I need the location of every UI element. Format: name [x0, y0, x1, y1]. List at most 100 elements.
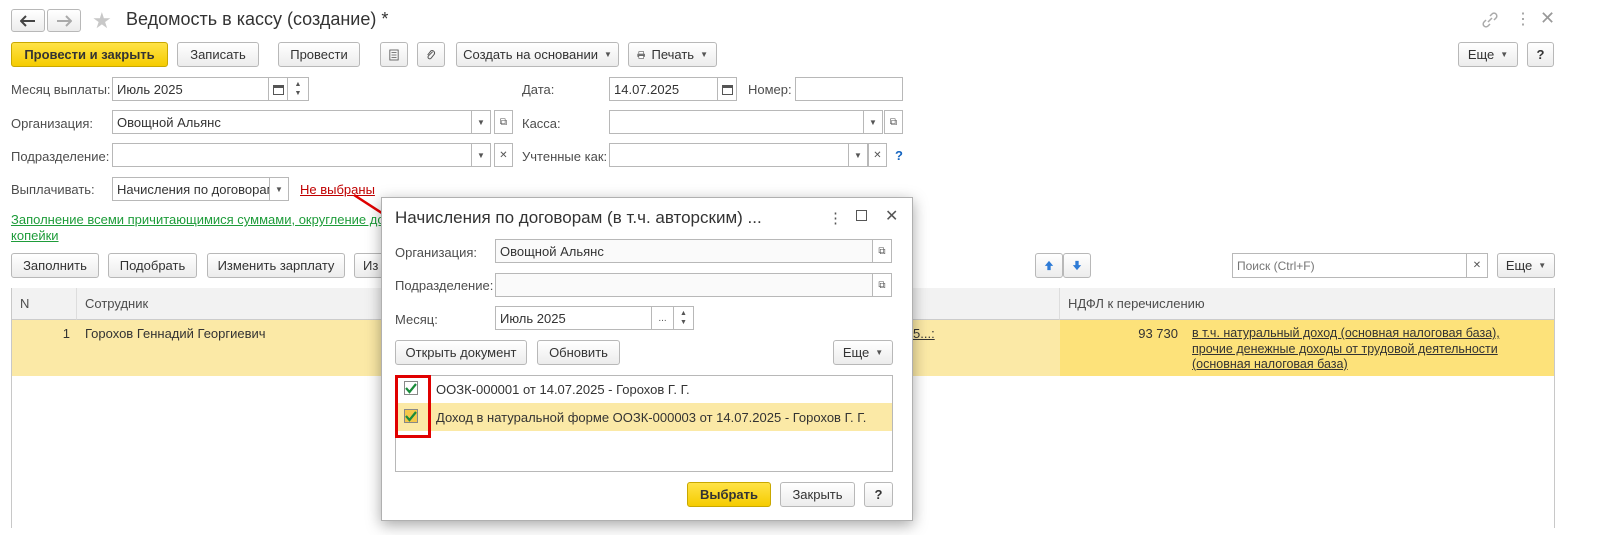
favorite-star-icon[interactable]: ★: [92, 8, 112, 34]
department-label: Подразделение:: [11, 149, 110, 164]
dialog-dept-label: Подразделение:: [395, 278, 494, 293]
print-button[interactable]: Печать ▼: [628, 42, 717, 67]
column-header-ndfl[interactable]: НДФЛ к перечислению: [1060, 288, 1554, 320]
help-button[interactable]: ?: [1527, 42, 1554, 67]
dialog-help-button[interactable]: ?: [864, 482, 893, 507]
row-ndfl-note-line1[interactable]: в т.ч. натуральный доход (основная налог…: [1192, 326, 1500, 340]
accounted-as-clear[interactable]: ✕: [868, 143, 887, 167]
dialog-more-icon[interactable]: ⋮: [828, 209, 843, 227]
calendar-icon: [721, 84, 733, 95]
dialog-dept-field[interactable]: [495, 273, 873, 297]
create-based-on-button[interactable]: Создать на основании ▼: [456, 42, 619, 67]
dialog-title: Начисления по договорам (в т.ч. авторски…: [395, 208, 762, 227]
more-button[interactable]: Еще ▼: [1458, 42, 1518, 67]
search-clear[interactable]: ✕: [1467, 253, 1488, 278]
cash-open[interactable]: ⧉: [884, 110, 903, 134]
step-down-icon[interactable]: ▼: [680, 318, 687, 327]
dialog-month-stepper[interactable]: ▲ ▼: [674, 306, 694, 330]
dropdown-arrow-icon: ▼: [477, 150, 485, 160]
arrow-right-icon: [57, 14, 72, 27]
calendar-icon: [272, 84, 284, 95]
row-number: 1: [62, 326, 70, 341]
dialog-close-icon[interactable]: ✕: [885, 206, 898, 226]
dropdown-arrow-icon: ▼: [477, 117, 485, 127]
close-button[interactable]: Закрыть: [780, 482, 855, 507]
cash-dropdown[interactable]: ▼: [864, 110, 883, 134]
department-dropdown[interactable]: ▼: [472, 143, 491, 167]
date-label: Дата:: [522, 82, 555, 97]
organization-field[interactable]: Овощной Альянс: [112, 110, 472, 134]
dialog-dept-open[interactable]: ⧉: [873, 273, 892, 297]
list-item-label: Доход в натуральной форме ООЗК-000003 от…: [436, 410, 867, 425]
organization-dropdown[interactable]: ▼: [472, 110, 491, 134]
accounted-as-help-link[interactable]: ?: [895, 148, 903, 163]
dialog-maximize-icon[interactable]: [856, 210, 867, 221]
dialog-org-field[interactable]: Овощной Альянс: [495, 239, 873, 263]
row-partial-link[interactable]: 5...:: [913, 326, 935, 341]
change-salary-button[interactable]: Изменить зарплату: [207, 253, 345, 278]
open-window-icon: ⧉: [878, 245, 886, 257]
refresh-button[interactable]: Обновить: [537, 340, 620, 365]
pick-button[interactable]: Подобрать: [108, 253, 197, 278]
step-down-icon[interactable]: ▼: [295, 89, 302, 98]
accounted-as-dropdown[interactable]: ▼: [849, 143, 868, 167]
table-more-button[interactable]: Еще ▼: [1497, 253, 1555, 278]
step-up-icon[interactable]: ▲: [295, 80, 302, 89]
department-field[interactable]: [112, 143, 472, 167]
dropdown-arrow-icon: ▼: [603, 50, 612, 59]
arrow-up-icon: [1044, 260, 1054, 271]
save-button[interactable]: Записать: [177, 42, 259, 67]
dialog-month-select[interactable]: ...: [652, 306, 674, 330]
dropdown-arrow-icon: ▼: [700, 50, 708, 59]
arrow-left-icon: [20, 14, 35, 27]
dialog-month-field[interactable]: Июль 2025: [495, 306, 652, 330]
select-button[interactable]: Выбрать: [687, 482, 771, 507]
cash-label: Касса:: [522, 116, 561, 131]
row-ndfl-note-line2[interactable]: прочие денежные доходы от трудовой деяте…: [1192, 342, 1498, 356]
month-field[interactable]: Июль 2025: [112, 77, 269, 101]
month-stepper[interactable]: ▲ ▼: [288, 77, 309, 101]
number-label: Номер:: [748, 82, 792, 97]
fill-button[interactable]: Заполнить: [11, 253, 99, 278]
search-input[interactable]: [1232, 253, 1467, 278]
pay-type-dropdown[interactable]: ▼: [270, 177, 289, 201]
document-list-icon: [389, 49, 399, 60]
month-label: Месяц выплаты:: [11, 82, 111, 97]
date-calendar-button[interactable]: [718, 77, 737, 101]
row-ndfl-value: 93 730: [1138, 326, 1178, 341]
organization-open[interactable]: ⧉: [494, 110, 513, 134]
report-button[interactable]: [380, 42, 408, 67]
date-field[interactable]: 14.07.2025: [609, 77, 718, 101]
row-ndfl-note-line3[interactable]: (основная налоговая база): [1192, 357, 1348, 371]
post-button[interactable]: Провести: [278, 42, 360, 67]
pay-label: Выплачивать:: [11, 182, 95, 197]
more-vertical-icon[interactable]: ⋮: [1515, 9, 1531, 29]
fill-info-link-line2[interactable]: копейки: [11, 228, 59, 243]
dropdown-arrow-icon: ▼: [1538, 261, 1547, 270]
back-button[interactable]: [11, 9, 45, 32]
accounted-as-label: Учтенные как:: [522, 149, 608, 164]
cash-field[interactable]: [609, 110, 864, 134]
dropdown-arrow-icon: ▼: [1500, 50, 1509, 59]
accounted-as-field[interactable]: [609, 143, 849, 167]
move-up-button[interactable]: [1035, 253, 1063, 278]
open-window-icon: ⧉: [889, 116, 898, 128]
close-icon[interactable]: ✕: [1540, 8, 1555, 29]
column-header-n[interactable]: N: [12, 288, 77, 320]
number-field[interactable]: [795, 77, 903, 101]
post-and-close-button[interactable]: Провести и закрыть: [11, 42, 168, 67]
department-clear[interactable]: ✕: [494, 143, 513, 167]
attach-button[interactable]: [417, 42, 445, 67]
link-icon[interactable]: [1482, 12, 1498, 28]
forward-button[interactable]: [47, 9, 81, 32]
pay-type-field[interactable]: Начисления по договорам: [112, 177, 270, 201]
open-document-button[interactable]: Открыть документ: [395, 340, 527, 365]
step-up-icon[interactable]: ▲: [680, 309, 687, 318]
arrow-down-icon: [1072, 260, 1082, 271]
dialog-more-button[interactable]: Еще ▼: [833, 340, 893, 365]
dropdown-arrow-icon: ▼: [275, 184, 283, 194]
dialog-org-open[interactable]: ⧉: [873, 239, 892, 263]
move-down-button[interactable]: [1063, 253, 1091, 278]
calendar-button[interactable]: [269, 77, 288, 101]
fill-info-link-line1[interactable]: Заполнение всеми причитающимися суммами,…: [11, 212, 385, 227]
